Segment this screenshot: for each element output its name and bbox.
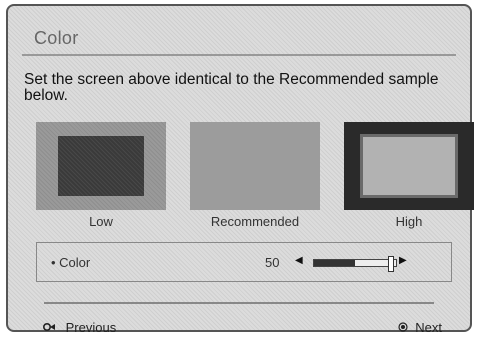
- sample-low-inner: [58, 136, 144, 196]
- slider-fill: [314, 260, 355, 266]
- color-slider[interactable]: [313, 256, 397, 272]
- sample-high-inner: [360, 134, 458, 198]
- sample-high-image: [344, 122, 474, 210]
- color-control-label: • Color: [51, 255, 91, 270]
- decrease-arrow-icon[interactable]: ◀: [295, 255, 303, 266]
- sample-low-label: Low: [89, 214, 113, 229]
- ok-button-icon: [398, 320, 408, 335]
- previous-button[interactable]: Previous: [42, 320, 116, 335]
- footer-divider: [44, 302, 434, 304]
- previous-label: Previous: [65, 320, 117, 335]
- instruction-text: Set the screen above identical to the Re…: [24, 71, 439, 104]
- next-label: Next: [415, 320, 442, 335]
- sample-high-label: High: [395, 214, 423, 229]
- back-return-icon: [42, 320, 58, 335]
- increase-arrow-icon[interactable]: ▶: [399, 255, 407, 266]
- title-divider: [22, 54, 456, 56]
- next-button[interactable]: Next: [398, 320, 442, 335]
- sample-recommended-label: Recommended: [210, 214, 300, 229]
- color-value: 50: [265, 255, 280, 270]
- color-control-row[interactable]: • Color 50 ◀ ▶: [36, 242, 452, 282]
- sample-recommended-image: [190, 122, 320, 210]
- color-dialog: Color Set the screen above identical to …: [6, 4, 474, 335]
- sample-low-image: [36, 122, 166, 210]
- slider-thumb[interactable]: [388, 256, 394, 272]
- dialog-title: Color: [34, 28, 79, 48]
